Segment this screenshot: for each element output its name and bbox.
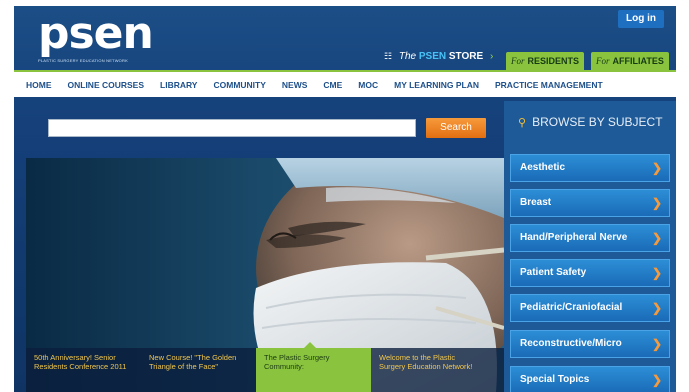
subject-label: Patient Safety xyxy=(520,267,587,278)
page-frame: psen PLASTIC SURGERY EDUCATION NETWORK L… xyxy=(14,6,676,392)
nav-item-home[interactable]: HOME xyxy=(18,80,60,90)
nav-item-my-learning-plan[interactable]: MY LEARNING PLAN xyxy=(386,80,487,90)
store-prefix: The xyxy=(398,51,417,62)
hero-banner[interactable]: 50th Anniversary! Senior Residents Confe… xyxy=(26,158,504,392)
nav-item-news[interactable]: NEWS xyxy=(274,80,316,90)
site-header: psen PLASTIC SURGERY EDUCATION NETWORK L… xyxy=(14,6,676,72)
search-icon: ⚲ xyxy=(518,117,527,129)
subject-label: Pediatric/Craniofacial xyxy=(520,302,623,313)
hero-tab[interactable]: New Course! "The Golden Triangle of the … xyxy=(141,348,256,392)
nav-item-online-courses[interactable]: ONLINE COURSES xyxy=(60,80,153,90)
arrow-right-icon: › xyxy=(489,51,494,62)
subject-label: Aesthetic xyxy=(520,162,566,173)
residents-prefix: For xyxy=(511,56,525,66)
subject-label: Hand/Peripheral Nerve xyxy=(520,232,628,243)
affiliates-label: AFFILIATES xyxy=(612,56,664,66)
search-button[interactable]: Search xyxy=(426,118,486,138)
logo-wordmark: psen xyxy=(38,8,154,59)
cart-icon: ☷ xyxy=(384,51,393,61)
subject-reconstructive-micro[interactable]: Reconstructive/Micro ❯ xyxy=(510,330,670,358)
chevron-right-icon: ❯ xyxy=(651,231,662,245)
chevron-right-icon: ❯ xyxy=(651,301,662,315)
subject-label: Reconstructive/Micro xyxy=(520,338,622,349)
subject-aesthetic[interactable]: Aesthetic ❯ xyxy=(510,154,670,182)
main-nav: HOME ONLINE COURSES LIBRARY COMMUNITY NE… xyxy=(14,70,676,97)
store-highlight: PSEN xyxy=(418,51,447,62)
chevron-right-icon: ❯ xyxy=(651,161,662,175)
nav-item-library[interactable]: LIBRARY xyxy=(152,80,205,90)
search-input[interactable] xyxy=(48,119,416,137)
nav-item-practice-management[interactable]: PRACTICE MANAGEMENT xyxy=(487,80,611,90)
affiliates-button[interactable]: For AFFILIATES xyxy=(591,52,669,70)
nav-item-cme[interactable]: CME xyxy=(315,80,350,90)
subject-label: Breast xyxy=(520,197,552,208)
subject-pediatric-craniofacial[interactable]: Pediatric/Craniofacial ❯ xyxy=(510,294,670,322)
subject-label: Special Topics xyxy=(520,374,590,385)
browse-sidebar: ⚲ BROWSE BY SUBJECT Aesthetic ❯ Breast ❯ … xyxy=(504,101,676,392)
affiliates-prefix: For xyxy=(596,56,610,66)
chevron-right-icon: ❯ xyxy=(651,266,662,280)
hero-tab[interactable]: Welcome to the Plastic Surgery Education… xyxy=(371,348,486,392)
subject-breast[interactable]: Breast ❯ xyxy=(510,189,670,217)
residents-label: RESIDENTS xyxy=(527,56,580,66)
hero-tab-active[interactable]: The Plastic Surgery Community: xyxy=(256,342,371,392)
psen-logo[interactable]: psen PLASTIC SURGERY EDUCATION NETWORK xyxy=(38,12,158,64)
browse-title: BROWSE BY SUBJECT xyxy=(532,115,663,129)
psen-store-link[interactable]: ☷ The PSEN STORE › xyxy=(384,51,493,62)
hero-tab[interactable]: 50th Anniversary! Senior Residents Confe… xyxy=(26,348,141,392)
subject-hand-peripheral-nerve[interactable]: Hand/Peripheral Nerve ❯ xyxy=(510,224,670,252)
browse-heading: ⚲ BROWSE BY SUBJECT xyxy=(518,115,663,129)
chevron-right-icon: ❯ xyxy=(651,196,662,210)
chevron-right-icon: ❯ xyxy=(651,373,662,387)
nav-item-community[interactable]: COMMUNITY xyxy=(205,80,273,90)
residents-button[interactable]: For RESIDENTS xyxy=(506,52,585,70)
nav-item-moc[interactable]: MOC xyxy=(350,80,386,90)
subject-patient-safety[interactable]: Patient Safety ❯ xyxy=(510,259,670,287)
hero-tabs: 50th Anniversary! Senior Residents Confe… xyxy=(26,342,504,392)
chevron-right-icon: ❯ xyxy=(651,337,662,351)
login-button[interactable]: Log in xyxy=(618,10,664,28)
store-suffix: STORE xyxy=(448,51,484,62)
subject-special-topics[interactable]: Special Topics ❯ xyxy=(510,366,670,392)
